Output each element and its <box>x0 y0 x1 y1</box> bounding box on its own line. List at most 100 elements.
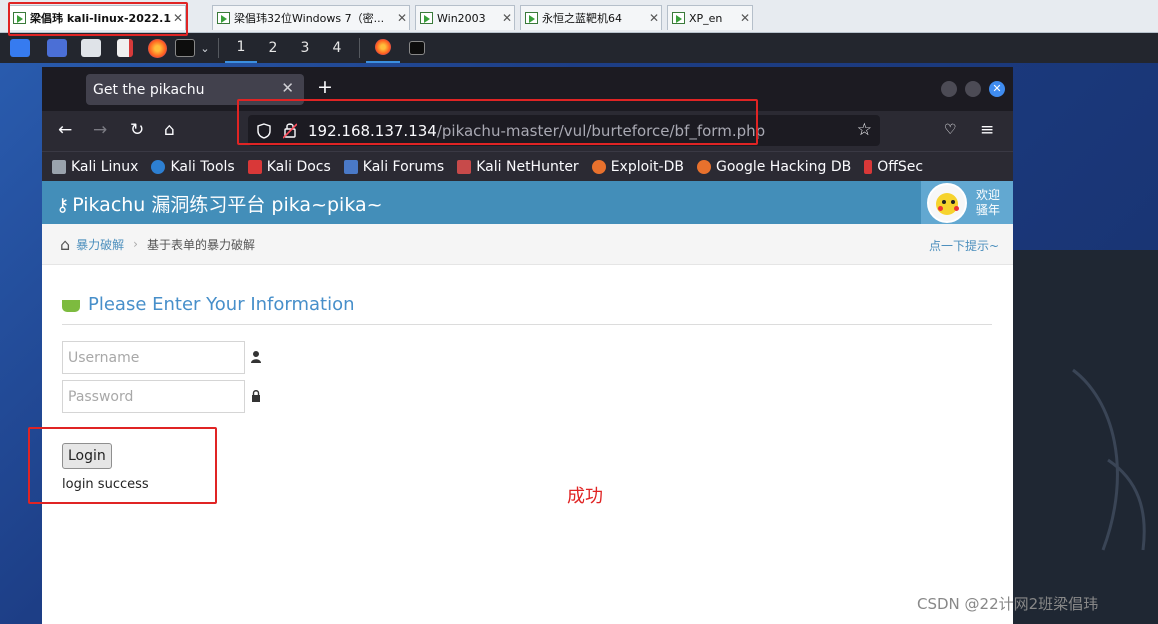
avatar <box>927 182 967 223</box>
annotation-success-label: 成功 <box>567 486 603 507</box>
workspace-2[interactable]: 2 <box>257 33 289 63</box>
kali-dragon-icon <box>52 159 66 174</box>
bookmark-kali-linux[interactable]: Kali Linux <box>52 159 138 175</box>
username-input[interactable] <box>62 341 245 374</box>
close-icon[interactable]: ✕ <box>738 11 752 25</box>
bookmark-label: Kali Docs <box>266 158 331 175</box>
breadcrumb-current: 基于表单的暴力破解 <box>146 237 255 252</box>
welcome-text: 欢迎 骚年 <box>976 188 1000 218</box>
window-close-button[interactable]: ✕ <box>989 81 1005 97</box>
tools-icon <box>151 159 166 174</box>
vm-icon <box>672 12 685 24</box>
firefox-window-button[interactable] <box>366 33 400 63</box>
bookmark-offsec[interactable]: OffSec <box>864 159 923 175</box>
show-desktop-button[interactable] <box>40 33 74 63</box>
watermark: CSDN @22计网2班梁倡玮 <box>917 595 1099 613</box>
forums-icon <box>343 159 358 174</box>
text-editor-button[interactable] <box>108 33 142 63</box>
vm-tab-win2003[interactable]: Win2003 ✕ <box>415 5 515 30</box>
forward-arrow-icon[interactable]: → <box>93 120 107 140</box>
firefox-launcher[interactable] <box>142 33 172 63</box>
close-icon[interactable]: ✕ <box>395 11 409 25</box>
close-icon[interactable]: ✕ <box>500 11 514 25</box>
new-tab-button[interactable]: + <box>317 76 333 98</box>
firefox-icon <box>147 38 167 58</box>
home-icon[interactable]: ⌂ <box>164 120 175 140</box>
maximize-button[interactable] <box>965 81 981 97</box>
terminal-launcher[interactable] <box>172 33 198 63</box>
annotation-box-vm-tab <box>8 2 188 36</box>
editor-icon <box>117 39 133 57</box>
bookmarks-toolbar: Kali Linux Kali Tools Kali Docs Kali For… <box>42 151 1013 181</box>
breadcrumb-link-bruteforce[interactable]: 暴力破解 <box>76 236 124 253</box>
ghdb-icon <box>696 159 711 174</box>
kali-menu-button[interactable] <box>0 33 40 63</box>
welcome-line-1: 欢迎 <box>976 187 1001 202</box>
tab-title: Get the pikachu <box>93 81 205 98</box>
vm-icon <box>525 12 538 24</box>
menu-icon[interactable]: ≡ <box>980 120 994 140</box>
terminal-window-button[interactable] <box>400 33 434 63</box>
kali-dragon-icon <box>10 39 30 57</box>
password-input[interactable] <box>62 380 245 413</box>
nethunter-icon <box>457 159 472 174</box>
desktop-wallpaper-dark <box>1013 250 1158 624</box>
breadcrumb-divider-icon: › <box>133 237 138 251</box>
vm-tab-label: 梁倡玮32位Windows 7（密... <box>234 12 385 25</box>
annotation-box-url <box>237 99 758 145</box>
bookmark-label: OffSec <box>877 158 924 175</box>
vm-icon <box>217 12 230 24</box>
workspace-4[interactable]: 4 <box>321 33 353 63</box>
hint-link[interactable]: 点一下提示~ <box>929 237 999 254</box>
workspace-1[interactable]: 1 <box>225 33 257 63</box>
exploit-db-icon <box>591 159 606 174</box>
close-icon[interactable]: ✕ <box>647 11 661 25</box>
chevron-down-icon[interactable]: ⌄ <box>198 33 212 63</box>
bookmark-exploit-db[interactable]: Exploit-DB <box>591 158 684 175</box>
bookmark-kali-docs[interactable]: Kali Docs <box>247 158 331 175</box>
bookmark-label: Kali Tools <box>170 158 235 175</box>
vm-tab-eternalblue[interactable]: 永恒之蓝靶机64 ✕ <box>520 5 662 30</box>
bookmark-kali-nethunter[interactable]: Kali NetHunter <box>457 158 579 175</box>
user-menu[interactable]: 欢迎 骚年 <box>921 181 1013 224</box>
welcome-line-2: 骚年 <box>976 202 1001 217</box>
bookmark-google-hacking-db[interactable]: Google Hacking DB <box>696 158 852 175</box>
bookmark-label: Kali Linux <box>71 158 139 175</box>
bookmark-label: Google Hacking DB <box>715 158 852 175</box>
vm-tab-label: Win2003 <box>437 11 486 25</box>
page-header: ⚷ Pikachu 漏洞练习平台 pika~pika~ 欢迎 骚年 <box>42 181 1013 224</box>
bookmark-kali-tools[interactable]: Kali Tools <box>151 158 235 175</box>
lock-icon <box>252 390 260 402</box>
brand-text: Pikachu 漏洞练习平台 pika~pika~ <box>72 194 383 216</box>
close-icon[interactable]: ✕ <box>281 79 294 97</box>
home-icon: ⌂ <box>60 234 71 254</box>
user-icon <box>251 351 261 363</box>
terminal-icon <box>175 39 195 57</box>
pocket-icon[interactable]: ♡ <box>944 122 957 138</box>
taskbar-separator <box>218 38 219 58</box>
key-icon: ⚷ <box>56 195 70 216</box>
firefox-icon <box>375 39 391 55</box>
coffee-icon <box>62 300 80 312</box>
vm-tab-win7[interactable]: 梁倡玮32位Windows 7（密... ✕ <box>212 5 410 30</box>
file-manager-button[interactable] <box>74 33 108 63</box>
annotation-box-login <box>28 427 217 504</box>
firefox-window: Get the pikachu ✕ + ✕ ← → ↻ ⌂ 192.168.13… <box>42 67 1013 624</box>
site-brand[interactable]: ⚷ Pikachu 漏洞练习平台 pika~pika~ <box>56 190 383 217</box>
kali-dragon-icon <box>1072 368 1146 551</box>
desktop-icon <box>47 39 67 57</box>
reload-icon[interactable]: ↻ <box>130 120 144 140</box>
breadcrumb: ⌂ 暴力破解 › 基于表单的暴力破解 点一下提示~ <box>42 224 1013 265</box>
workspace-3[interactable]: 3 <box>289 33 321 63</box>
username-group <box>62 341 261 374</box>
minimize-button[interactable] <box>941 81 957 97</box>
docs-icon <box>247 159 262 174</box>
bookmark-label: Exploit-DB <box>610 158 684 175</box>
star-icon[interactable]: ☆ <box>857 120 872 140</box>
vm-icon <box>420 12 433 24</box>
bookmark-kali-forums[interactable]: Kali Forums <box>343 159 444 175</box>
bookmark-label: Kali NetHunter <box>476 158 579 175</box>
back-arrow-icon[interactable]: ← <box>58 120 72 140</box>
screenshot: 梁倡玮 kali-linux-2022.1-... ✕ 梁倡玮32位Window… <box>0 0 1158 624</box>
vm-tab-xp[interactable]: XP_en ✕ <box>667 5 753 30</box>
